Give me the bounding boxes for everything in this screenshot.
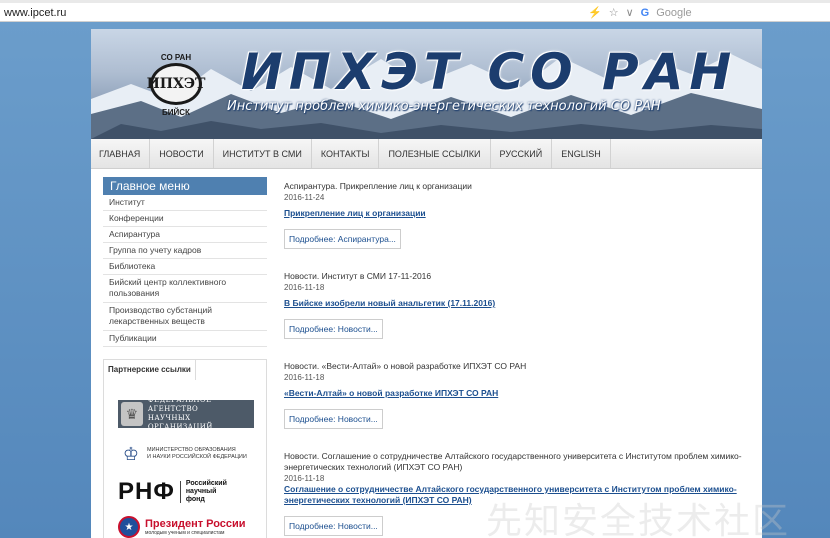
nav-item-media[interactable]: ИНСТИТУТ В СМИ	[214, 139, 312, 168]
tab-strip	[0, 0, 830, 3]
news-category: Новости. Соглашение о сотрудничестве Алт…	[284, 451, 742, 472]
logo-bottom-text: БИЙСК	[162, 108, 190, 117]
rnf-divider	[179, 481, 181, 503]
google-icon[interactable]: G	[641, 7, 650, 19]
news-category: Новости. Институт в СМИ 17-11-2016	[284, 271, 432, 281]
fano-logo[interactable]: ♛ ФЕДЕРАЛЬНОЕ АГЕНТСТВО НАУЧНЫХ ОРГАНИЗА…	[118, 396, 254, 431]
read-more-button[interactable]: Подробнее: Новости...	[284, 319, 383, 339]
news-item: Аспирантура. Прикрепление лиц к организа…	[284, 181, 744, 249]
logo-top-text: СО РАН	[160, 53, 192, 62]
news-date: 2016-11-24	[284, 193, 325, 202]
watermark: 先知安全技术社区	[486, 501, 791, 538]
browser-toolbar: ⚡ ☆ ∨ G Google	[588, 6, 692, 20]
news-item: Новости. «Вести-Алтай» о новой разработк…	[284, 361, 744, 429]
nav-item-contacts[interactable]: КОНТАКТЫ	[312, 139, 380, 168]
fano-line-2: НАУЧНЫХ ОРГАНИЗАЦИЙ	[147, 414, 213, 431]
main-nav: ГЛАВНАЯ НОВОСТИ ИНСТИТУТ В СМИ КОНТАКТЫ …	[91, 139, 762, 169]
nav-item-links[interactable]: ПОЛЕЗНЫЕ ССЫЛКИ	[379, 139, 491, 168]
president-grant-logo[interactable]: ★ Президент России молодым ученым и спец…	[118, 514, 268, 538]
read-more-button[interactable]: Подробнее: Новости...	[284, 516, 383, 536]
site-container: СО РАН ИПХЭТ БИЙСК ИПХЭТ СО РАН Институт…	[91, 29, 762, 538]
eagle-emblem-icon: ♛	[121, 402, 143, 426]
header-banner: СО РАН ИПХЭТ БИЙСК ИПХЭТ СО РАН Институт…	[91, 29, 762, 139]
browser-url-bar: www.ipcet.ru ⚡ ☆ ∨ G Google	[0, 0, 830, 22]
read-more-button[interactable]: Подробнее: Аспирантура...	[284, 229, 401, 249]
institute-logo[interactable]: СО РАН ИПХЭТ БИЙСК	[146, 53, 206, 118]
ministry-logo[interactable]: ♔ МИНИСТЕРСТВО ОБРАЗОВАНИЯ И НАУКИ РОССИ…	[118, 440, 268, 468]
sidebar-item-production[interactable]: Производство субстанций лекарственных ве…	[103, 303, 267, 331]
nav-item-news[interactable]: НОВОСТИ	[150, 139, 214, 168]
nav-item-home[interactable]: ГЛАВНАЯ	[91, 139, 151, 168]
president-title: Президент России	[145, 518, 246, 530]
news-date: 2016-11-18	[284, 474, 325, 483]
read-more-button[interactable]: Подробнее: Новости...	[284, 409, 383, 429]
news-title-link[interactable]: «Вести-Алтай» о новой разработке ИПХЭТ С…	[284, 388, 498, 399]
fano-line-1: ФЕДЕРАЛЬНОЕ АГЕНТСТВО	[147, 396, 212, 413]
logo-emblem: ИПХЭТ	[147, 63, 205, 105]
sidebar-item-postgraduate[interactable]: Аспирантура	[103, 227, 267, 243]
nav-item-english[interactable]: ENGLISH	[552, 139, 611, 168]
eagle-emblem-icon: ★	[118, 516, 140, 538]
news-title-link[interactable]: Прикрепление лиц к организации	[284, 208, 426, 219]
ministry-line-2: И НАУКИ РОССИЙСКОЙ ФЕДЕРАЦИИ	[147, 454, 247, 460]
bolt-icon[interactable]: ⚡	[588, 6, 602, 19]
sidebar-item-library[interactable]: Библиотека	[103, 259, 267, 275]
site-subtitle: Институт проблем химико-энергетических т…	[227, 99, 661, 114]
news-list: Аспирантура. Прикрепление лиц к организа…	[284, 181, 744, 538]
address-field[interactable]: www.ipcet.ru	[4, 7, 66, 19]
news-date: 2016-11-18	[284, 373, 325, 382]
rnf-line-3: фонд	[185, 496, 205, 503]
sidebar: Главное меню Институт Конференции Аспира…	[103, 177, 267, 538]
rnf-abbr: РНФ	[118, 478, 175, 505]
chevron-down-icon[interactable]: ∨	[626, 6, 634, 19]
nav-item-russian[interactable]: РУССКИЙ	[491, 139, 553, 168]
partner-links-tab[interactable]: Партнерские ссылки	[103, 359, 196, 380]
president-subtitle: молодым ученым и специалистам	[145, 530, 225, 536]
news-category: Аспирантура. Прикрепление лиц к организа…	[284, 181, 472, 191]
sidebar-item-personnel[interactable]: Группа по учету кадров	[103, 243, 267, 259]
eagle-emblem-icon: ♔	[122, 443, 140, 464]
news-category: Новости. «Вести-Алтай» о новой разработк…	[284, 361, 527, 371]
star-icon[interactable]: ☆	[609, 6, 619, 19]
sidebar-item-publications[interactable]: Публикации	[103, 331, 267, 347]
site-title: ИПХЭТ СО РАН	[241, 43, 738, 101]
main-menu-title: Главное меню	[103, 177, 267, 195]
sidebar-item-conferences[interactable]: Конференции	[103, 211, 267, 227]
ministry-line-1: МИНИСТЕРСТВО ОБРАЗОВАНИЯ	[147, 447, 236, 453]
partner-links-panel: Партнерские ссылки ♛ ФЕДЕРАЛЬНОЕ АГЕНТСТ…	[103, 359, 267, 538]
search-input[interactable]: Google	[656, 7, 691, 19]
news-date: 2016-11-18	[284, 283, 325, 292]
rnf-line-2: научный	[185, 488, 217, 495]
rnf-line-1: Российский	[185, 480, 227, 487]
news-title-link[interactable]: В Бийске изобрели новый анальгетик (17.1…	[284, 298, 495, 309]
rnf-logo[interactable]: РНФ Российский научный фонд	[118, 477, 258, 507]
sidebar-item-institute[interactable]: Институт	[103, 195, 267, 211]
news-item: Новости. Институт в СМИ 17-11-2016 2016-…	[284, 271, 744, 339]
sidebar-item-shared-center[interactable]: Бийский центр коллективного пользования	[103, 275, 267, 303]
